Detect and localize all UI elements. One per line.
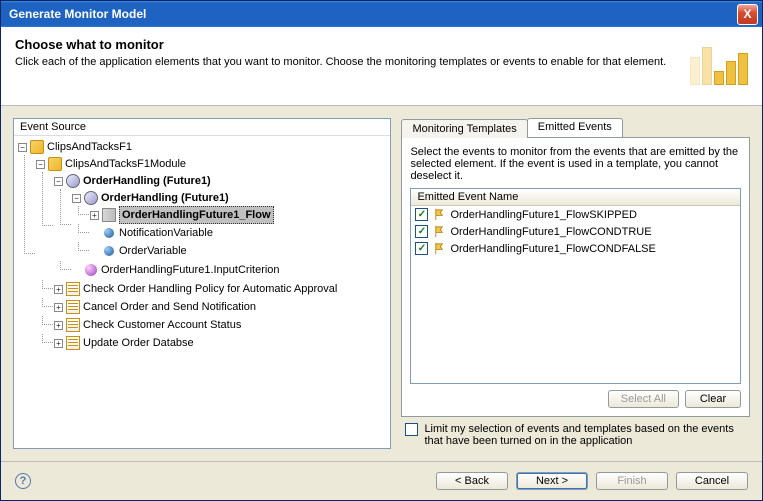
tree-label: Check Customer Account Status [83, 317, 241, 333]
module-icon [48, 157, 62, 171]
expander-plus-icon[interactable]: + [54, 303, 63, 312]
tree-label: OrderHandling (Future1) [101, 190, 229, 206]
tree-node-task[interactable]: + Check Order Handling Policy for Automa… [54, 281, 388, 297]
events-description: Select the events to monitor from the ev… [410, 146, 741, 182]
tree-label: NotificationVariable [119, 225, 213, 241]
page-heading: Choose what to monitor [15, 37, 682, 52]
checkbox-checked-icon[interactable]: ✓ [415, 242, 428, 255]
tree-node-notification-var[interactable]: NotificationVariable [90, 225, 388, 241]
window-close-button[interactable]: X [737, 4, 758, 25]
tree-label: ClipsAndTacksF1 [47, 139, 132, 155]
tree-node-input-criterion[interactable]: OrderHandlingFuture1.InputCriterion [72, 262, 388, 278]
tree-label-selected: OrderHandlingFuture1_Flow [119, 206, 274, 224]
events-column-header[interactable]: Emitted Event Name [411, 189, 740, 206]
event-source-label: Event Source [14, 119, 390, 136]
clear-button[interactable]: Clear [685, 390, 741, 408]
back-button[interactable]: < Back [436, 472, 508, 490]
window-title: Generate Monitor Model [9, 7, 737, 21]
flag-icon [432, 225, 446, 239]
task-icon [66, 282, 80, 296]
finish-button[interactable]: Finish [596, 472, 668, 490]
expander-minus-icon[interactable]: − [18, 143, 27, 152]
event-source-panel: Event Source − ClipsAndTacksF1 − [13, 118, 391, 449]
tree-node-root[interactable]: − ClipsAndTacksF1 [18, 139, 388, 155]
tree-node-task[interactable]: + Cancel Order and Send Notification [54, 299, 388, 315]
tree-node-orderhandling-1[interactable]: − OrderHandling (Future1) [54, 173, 388, 189]
tree-node-flow[interactable]: + OrderHandlingFuture1_Flow [90, 207, 388, 223]
event-row[interactable]: ✓ OrderHandlingFuture1_FlowCONDTRUE [411, 223, 740, 240]
tree-label: ClipsAndTacksF1Module [65, 156, 186, 172]
events-table: Emitted Event Name ✓ OrderHandlingFuture… [410, 188, 741, 384]
tree-node-order-var[interactable]: OrderVariable [90, 243, 388, 259]
task-icon [66, 300, 80, 314]
next-button[interactable]: Next > [516, 472, 588, 490]
expander-minus-icon[interactable]: − [72, 194, 81, 203]
expander-plus-icon[interactable]: + [54, 321, 63, 330]
chart-icon [690, 37, 748, 85]
tree-node-task[interactable]: + Update Order Databse [54, 335, 388, 351]
event-row[interactable]: ✓ OrderHandlingFuture1_FlowSKIPPED [411, 206, 740, 223]
expander-minus-icon[interactable]: − [36, 160, 45, 169]
wizard-header: Choose what to monitor Click each of the… [1, 27, 762, 106]
task-icon [66, 318, 80, 332]
flag-icon [432, 242, 446, 256]
expander-plus-icon[interactable]: + [54, 339, 63, 348]
limit-label: Limit my selection of events and templat… [424, 423, 746, 447]
event-source-tree[interactable]: − ClipsAndTacksF1 − ClipsAndTacksF1Modul… [14, 136, 390, 448]
process-icon [66, 174, 80, 188]
tree-label: Check Order Handling Policy for Automati… [83, 281, 337, 297]
event-name: OrderHandlingFuture1_FlowCONDFALSE [450, 243, 655, 255]
page-subtext: Click each of the application elements t… [15, 56, 682, 68]
event-row[interactable]: ✓ OrderHandlingFuture1_FlowCONDFALSE [411, 240, 740, 257]
tree-node-orderhandling-2[interactable]: − OrderHandling (Future1) [72, 190, 388, 206]
checkbox-checked-icon[interactable]: ✓ [415, 225, 428, 238]
help-button[interactable]: ? [15, 473, 31, 489]
event-name: OrderHandlingFuture1_FlowCONDTRUE [450, 226, 651, 238]
tree-label: OrderHandlingFuture1.InputCriterion [101, 262, 280, 278]
limit-checkbox[interactable]: ✓ [405, 423, 418, 436]
expander-minus-icon[interactable]: − [54, 177, 63, 186]
cancel-button[interactable]: Cancel [676, 472, 748, 490]
select-all-button[interactable]: Select All [608, 390, 679, 408]
expander-plus-icon[interactable]: + [90, 211, 99, 220]
expander-plus-icon[interactable]: + [54, 285, 63, 294]
tree-node-task[interactable]: + Check Customer Account Status [54, 317, 388, 333]
event-name: OrderHandlingFuture1_FlowSKIPPED [450, 209, 636, 221]
tree-label: Update Order Databse [83, 335, 194, 351]
tree-label: OrderHandling (Future1) [83, 173, 211, 189]
tab-emitted-events[interactable]: Emitted Events [527, 118, 623, 137]
tree-node-module[interactable]: − ClipsAndTacksF1Module [36, 156, 388, 172]
variable-icon [104, 228, 114, 238]
flag-icon [432, 208, 446, 222]
checkbox-checked-icon[interactable]: ✓ [415, 208, 428, 221]
tab-monitoring-templates[interactable]: Monitoring Templates [401, 119, 527, 138]
tree-label: Cancel Order and Send Notification [83, 299, 256, 315]
criterion-icon [85, 264, 97, 276]
tree-label: OrderVariable [119, 243, 187, 259]
variable-icon [104, 246, 114, 256]
flow-icon [102, 208, 116, 222]
process-icon [84, 191, 98, 205]
project-icon [30, 140, 44, 154]
task-icon [66, 336, 80, 350]
